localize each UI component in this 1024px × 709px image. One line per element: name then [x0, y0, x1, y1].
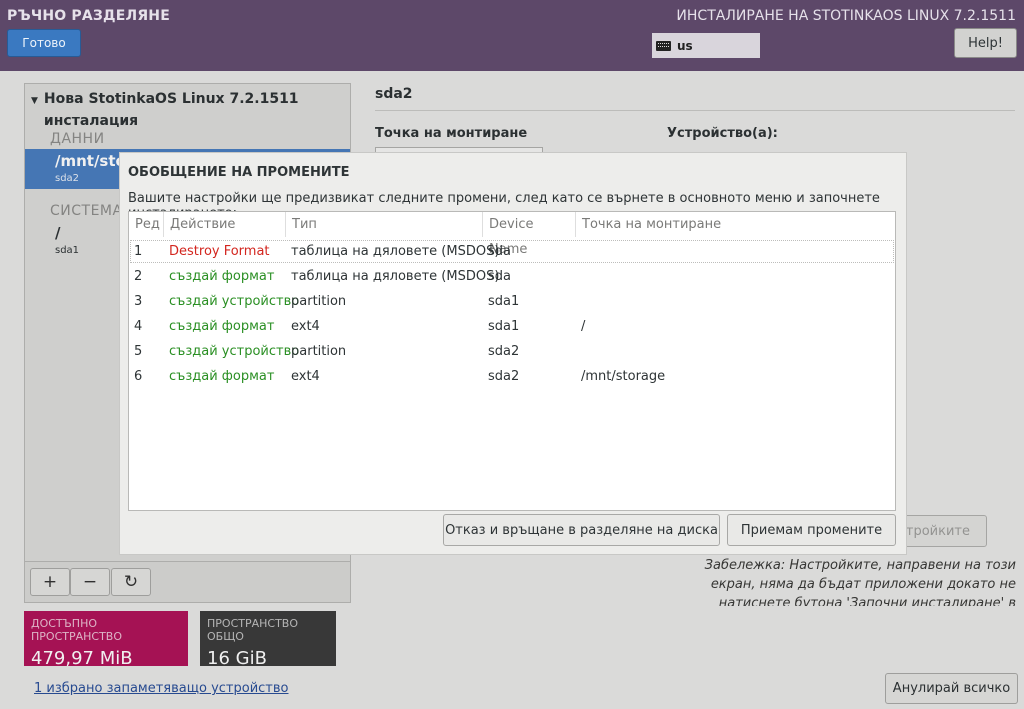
cell-order: 3	[134, 294, 143, 309]
done-button[interactable]: Готово	[7, 29, 81, 57]
table-row[interactable]: 5 създай устройство partition sda2	[129, 339, 895, 364]
column-header-action[interactable]: Действие	[164, 212, 286, 237]
cancel-return-button[interactable]: Отказ и връщане в разделяне на диска	[443, 514, 720, 546]
cell-order: 2	[134, 269, 143, 284]
cell-mount: /	[581, 319, 586, 334]
accept-changes-button[interactable]: Приемам промените	[727, 514, 896, 546]
cell-type: таблица на дяловете (MSDOS)	[291, 269, 500, 284]
table-row[interactable]: 3 създай устройство partition sda1	[129, 289, 895, 314]
cell-order: 4	[134, 319, 143, 334]
cell-order: 6	[134, 369, 143, 384]
cell-type: partition	[291, 344, 347, 359]
top-bar: РЪЧНО РАЗДЕЛЯНЕ Готово ИНСТАЛИРАНЕ НА ST…	[0, 0, 1024, 71]
cell-order: 5	[134, 344, 143, 359]
cell-device: sda2	[488, 344, 520, 359]
cell-order: 1	[134, 244, 143, 259]
cell-action: създай устройство	[169, 294, 300, 309]
cell-device: sda	[488, 244, 511, 259]
column-header-device[interactable]: Device Name	[483, 212, 576, 257]
cell-action: създай формат	[169, 319, 275, 334]
table-row[interactable]: 4 създай формат ext4 sda1 /	[129, 314, 895, 339]
dialog-title: ОБОБЩЕНИЕ НА ПРОМЕНИТЕ	[128, 165, 350, 180]
changes-table: Ред Действие Тип Device Name Точка на мо…	[128, 211, 896, 511]
cell-action: създай формат	[169, 369, 275, 384]
cell-type: таблица на дяловете (MSDOS)	[291, 244, 500, 259]
column-header-mount[interactable]: Точка на монтиране	[576, 212, 895, 237]
keyboard-layout-indicator[interactable]: us	[652, 33, 760, 58]
cell-type: ext4	[291, 319, 320, 334]
help-button[interactable]: Help!	[954, 28, 1017, 58]
column-header-type[interactable]: Тип	[286, 212, 483, 237]
table-row[interactable]: 1 Destroy Format таблица на дяловете (MS…	[129, 239, 895, 264]
cell-device: sda1	[488, 319, 520, 334]
table-header: Ред Действие Тип Device Name Точка на мо…	[129, 212, 895, 257]
changes-summary-dialog: ОБОБЩЕНИЕ НА ПРОМЕНИТЕ Вашите настройки …	[120, 153, 906, 554]
cell-type: ext4	[291, 369, 320, 384]
column-header-order[interactable]: Ред	[129, 212, 164, 237]
keyboard-layout-label: us	[677, 38, 693, 53]
cell-device: sda	[488, 269, 511, 284]
table-row[interactable]: 6 създай формат ext4 sda2 /mnt/storage	[129, 364, 895, 389]
cell-action: създай формат	[169, 269, 275, 284]
cell-action: създай устройство	[169, 344, 300, 359]
table-row[interactable]: 2 създай формат таблица на дяловете (MSD…	[129, 264, 895, 289]
keyboard-icon	[656, 40, 671, 51]
cell-device: sda1	[488, 294, 520, 309]
page-title: РЪЧНО РАЗДЕЛЯНЕ	[7, 8, 170, 24]
cell-action: Destroy Format	[169, 244, 270, 259]
cell-type: partition	[291, 294, 347, 309]
installer-title: ИНСТАЛИРАНЕ НА STOTINKAOS LINUX 7.2.1511	[676, 8, 1016, 24]
cell-device: sda2	[488, 369, 520, 384]
cell-mount: /mnt/storage	[581, 369, 666, 384]
